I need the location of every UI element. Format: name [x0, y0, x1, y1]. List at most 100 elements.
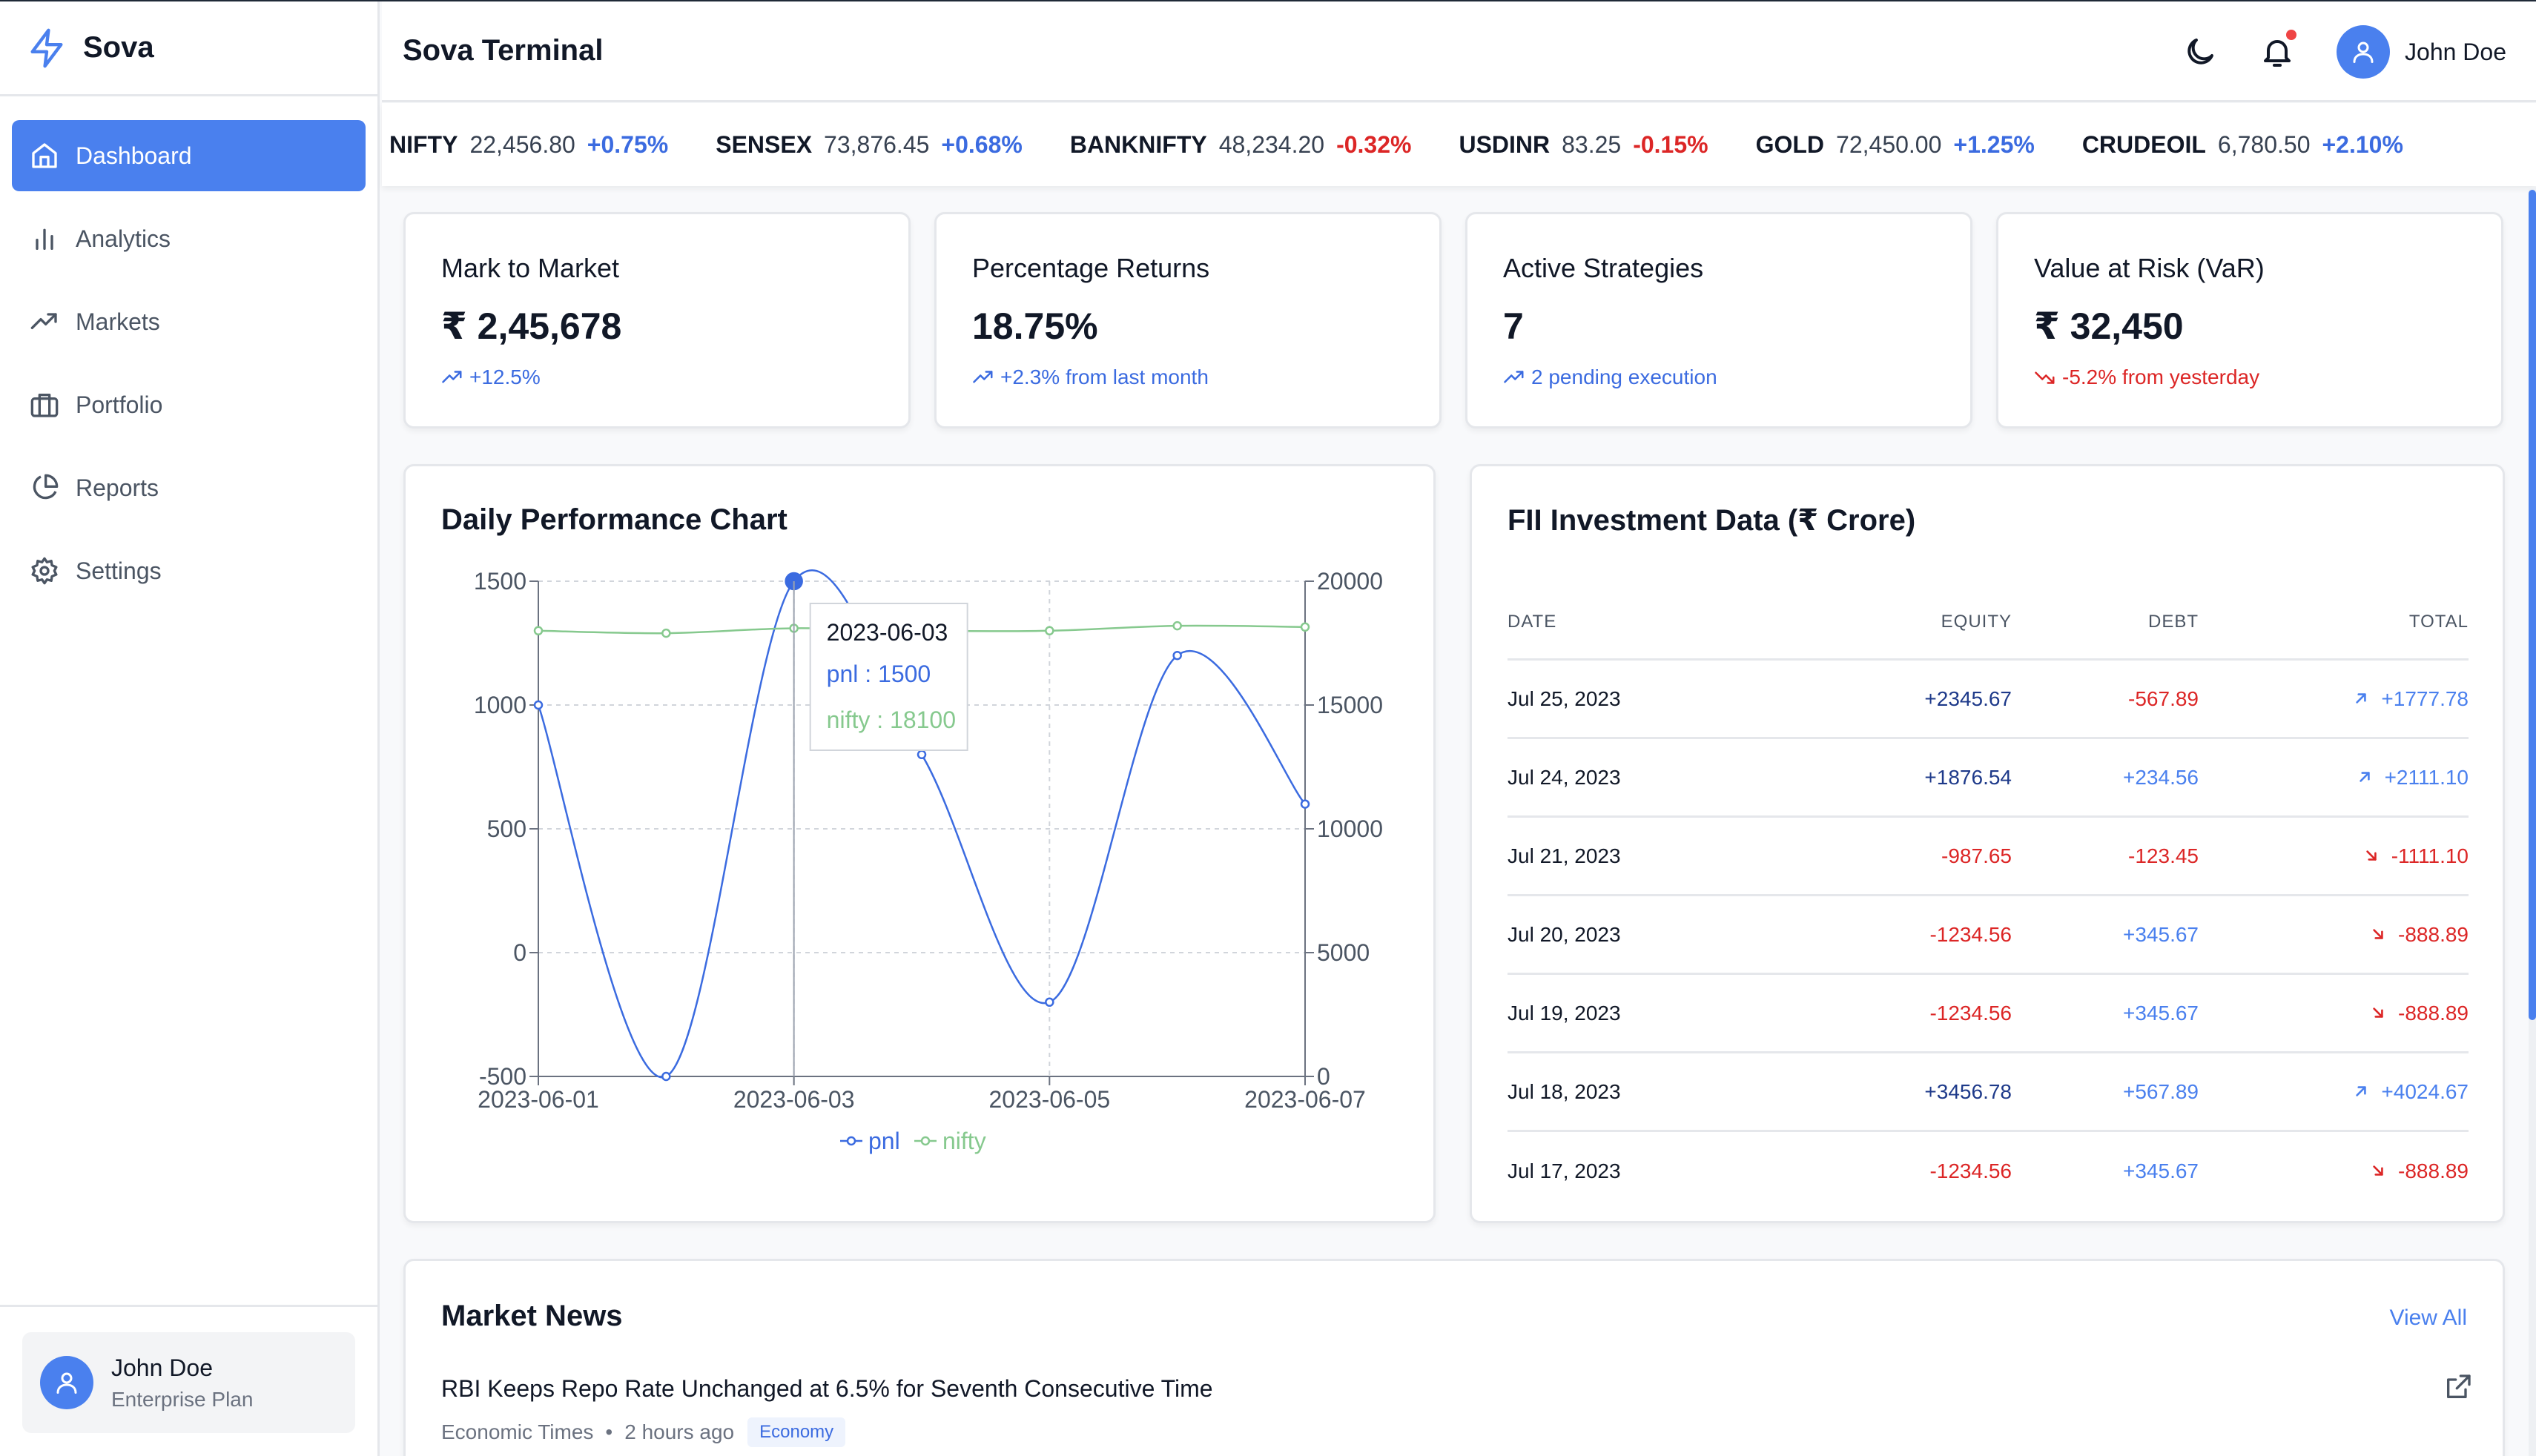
stat-change: +2.3% from last month — [972, 365, 1404, 389]
ticker-price: 6,780.50 — [2217, 130, 2311, 158]
arrow-up-right-icon — [2356, 692, 2367, 704]
cell-total-value: -1111.10 — [2391, 844, 2469, 867]
news-title: Market News — [441, 1300, 623, 1332]
tooltip-pnl: pnl : 1500 — [827, 661, 931, 687]
arrow-down-right-icon — [2365, 850, 2377, 861]
stat-card-returns: Percentage Returns 18.75% +2.3% from las… — [934, 212, 1442, 428]
ticker-change: +1.25% — [1953, 130, 2035, 158]
ticker-item-banknifty[interactable]: BANKNIFTY 48,234.20 -0.32% — [1070, 131, 1412, 159]
page-title: Sova Terminal — [403, 34, 604, 67]
trending-up-icon — [442, 371, 462, 383]
stat-value: ₹ 32,450 — [2034, 305, 2184, 347]
home-icon — [32, 143, 57, 168]
cell-date: Jul 25, 2023 — [1508, 686, 1621, 710]
sidebar-item-reports[interactable]: Reports — [12, 452, 366, 523]
data-point-nifty — [1172, 621, 1182, 631]
data-point-pnl — [917, 749, 927, 760]
news-headline[interactable]: RBI Keeps Repo Rate Unchanged at 6.5% fo… — [441, 1375, 2473, 1403]
daily-performance-card: Daily Performance Chart -500 0 500 1000 1500… — [403, 464, 1436, 1223]
cell-debt: +345.67 — [2123, 922, 2199, 946]
cell-total-value: +2111.10 — [2384, 765, 2469, 789]
news-tag: Economy — [747, 1417, 846, 1447]
brand[interactable]: Sova — [0, 1, 377, 96]
cell-equity: +1876.54 — [1924, 765, 2012, 789]
cell-total-value: -888.89 — [2398, 922, 2469, 946]
user-plan: Enterprise Plan — [111, 1387, 254, 1411]
stat-change-text: +2.3% from last month — [1000, 365, 1209, 388]
cell-debt: +234.56 — [2123, 765, 2199, 789]
trending-down-icon — [2035, 371, 2055, 384]
cell-date: Jul 24, 2023 — [1508, 765, 1621, 789]
stat-change: +12.5% — [441, 365, 873, 389]
cell-total: +2111.10 — [2199, 766, 2469, 790]
notification-badge — [2286, 30, 2297, 40]
sidebar-item-label: Dashboard — [76, 142, 192, 169]
cell-date: Jul 17, 2023 — [1508, 1159, 1621, 1182]
notifications-button[interactable] — [2259, 30, 2297, 70]
stat-label: Mark to Market — [441, 253, 620, 283]
cell-equity: -1234.56 — [1929, 1159, 2012, 1182]
cell-debt: +567.89 — [2123, 1079, 2199, 1103]
table-row[interactable]: Jul 19, 2023 -1234.56 +345.67 -888.89 — [1508, 975, 2469, 1053]
cell-date: Jul 21, 2023 — [1508, 844, 1621, 867]
cell-date: Jul 18, 2023 — [1508, 1079, 1621, 1103]
data-point-pnl — [661, 1071, 671, 1082]
table-row[interactable]: Jul 20, 2023 -1234.56 +345.67 -888.89 — [1508, 896, 2469, 975]
column-header-debt[interactable]: DEBT — [2012, 612, 2199, 632]
table-row[interactable]: Jul 21, 2023 -987.65 -123.45 -1111.10 — [1508, 818, 2469, 896]
table-row[interactable]: Jul 25, 2023 +2345.67 -567.89 +1777.78 — [1508, 661, 2469, 739]
ticker-symbol: USDINR — [1459, 130, 1551, 158]
user-icon — [2353, 42, 2374, 63]
column-header-total[interactable]: TOTAL — [2199, 612, 2469, 632]
header-user-name: John Doe — [2405, 38, 2506, 65]
cell-debt: -567.89 — [2128, 686, 2199, 710]
cell-equity: -1234.56 — [1929, 1001, 2012, 1025]
table-row[interactable]: Jul 24, 2023 +1876.54 +234.56 +2111.10 — [1508, 739, 2469, 818]
stat-label: Percentage Returns — [972, 253, 1210, 283]
cell-debt: +345.67 — [2123, 1001, 2199, 1025]
ticker-item-usdinr[interactable]: USDINR 83.25 -0.15% — [1459, 131, 1708, 159]
ticker-item-crudeoil[interactable]: CRUDEOIL 6,780.50 +2.10% — [2082, 131, 2403, 159]
data-point-pnl — [1045, 997, 1054, 1007]
scrollbar-thumb[interactable] — [2529, 190, 2536, 1020]
stat-value: ₹ 2,45,678 — [441, 305, 622, 347]
theme-toggle-button[interactable] — [2182, 34, 2218, 70]
news-item[interactable]: RBI Keeps Repo Rate Unchanged at 6.5% fo… — [441, 1372, 2473, 1447]
stat-card-var: Value at Risk (VaR) ₹ 32,450 -5.2% from … — [1996, 212, 2503, 428]
cell-debt: -123.45 — [2128, 844, 2199, 867]
gear-icon — [31, 557, 58, 585]
legend-marker-pnl — [846, 1136, 856, 1146]
x-axis-tick-label: 2023-06-07 — [1244, 1086, 1366, 1113]
column-header-date[interactable]: DATE — [1508, 612, 1789, 632]
ticker-item-nifty[interactable]: NIFTY 22,456.80 +0.75% — [389, 131, 668, 159]
cell-total-value: -888.89 — [2398, 1001, 2469, 1025]
sidebar-item-analytics[interactable]: Analytics — [12, 203, 366, 274]
daily-performance-chart[interactable]: -500050010001500050001000015000200002023… — [406, 466, 1433, 1221]
sidebar-item-markets[interactable]: Markets — [12, 286, 366, 357]
sidebar-item-settings[interactable]: Settings — [12, 535, 366, 606]
table-row[interactable]: Jul 17, 2023 -1234.56 +345.67 -888.89 — [1508, 1132, 2469, 1211]
column-header-equity[interactable]: EQUITY — [1789, 612, 2012, 632]
stat-change-text: +12.5% — [469, 365, 541, 388]
header-user-menu[interactable]: John Doe — [2337, 25, 2506, 79]
cell-equity: +2345.67 — [1924, 686, 2012, 710]
ticker-item-sensex[interactable]: SENSEX 73,876.45 +0.68% — [716, 131, 1023, 159]
sidebar-item-dashboard[interactable]: Dashboard — [12, 120, 366, 191]
ticker-item-gold[interactable]: GOLD 72,450.00 +1.25% — [1756, 131, 2035, 159]
news-meta: Economic Times • 2 hours ago Economy — [441, 1417, 2473, 1447]
legend-label-pnl: pnl — [868, 1128, 900, 1154]
cell-date: Jul 20, 2023 — [1508, 922, 1621, 946]
cell-total: +1777.78 — [2199, 687, 2469, 711]
sidebar-item-portfolio[interactable]: Portfolio — [12, 369, 366, 440]
cell-debt: +345.67 — [2123, 1159, 2199, 1182]
ticker-change: -0.15% — [1633, 130, 1708, 158]
table-row[interactable]: Jul 18, 2023 +3456.78 +567.89 +4024.67 — [1508, 1053, 2469, 1132]
external-link-icon[interactable] — [2443, 1372, 2473, 1402]
tooltip-nifty: nifty : 18100 — [827, 707, 956, 733]
user-profile-card[interactable]: John Doe Enterprise Plan — [22, 1332, 355, 1433]
ticker-change: +0.75% — [587, 130, 669, 158]
fii-table: DATE EQUITY DEBT TOTAL Jul 25, 2023 +2345… — [1508, 585, 2469, 1211]
data-point-nifty — [533, 626, 544, 636]
view-all-link[interactable]: View All — [2389, 1306, 2467, 1331]
ticker-change: +0.68% — [941, 130, 1023, 158]
